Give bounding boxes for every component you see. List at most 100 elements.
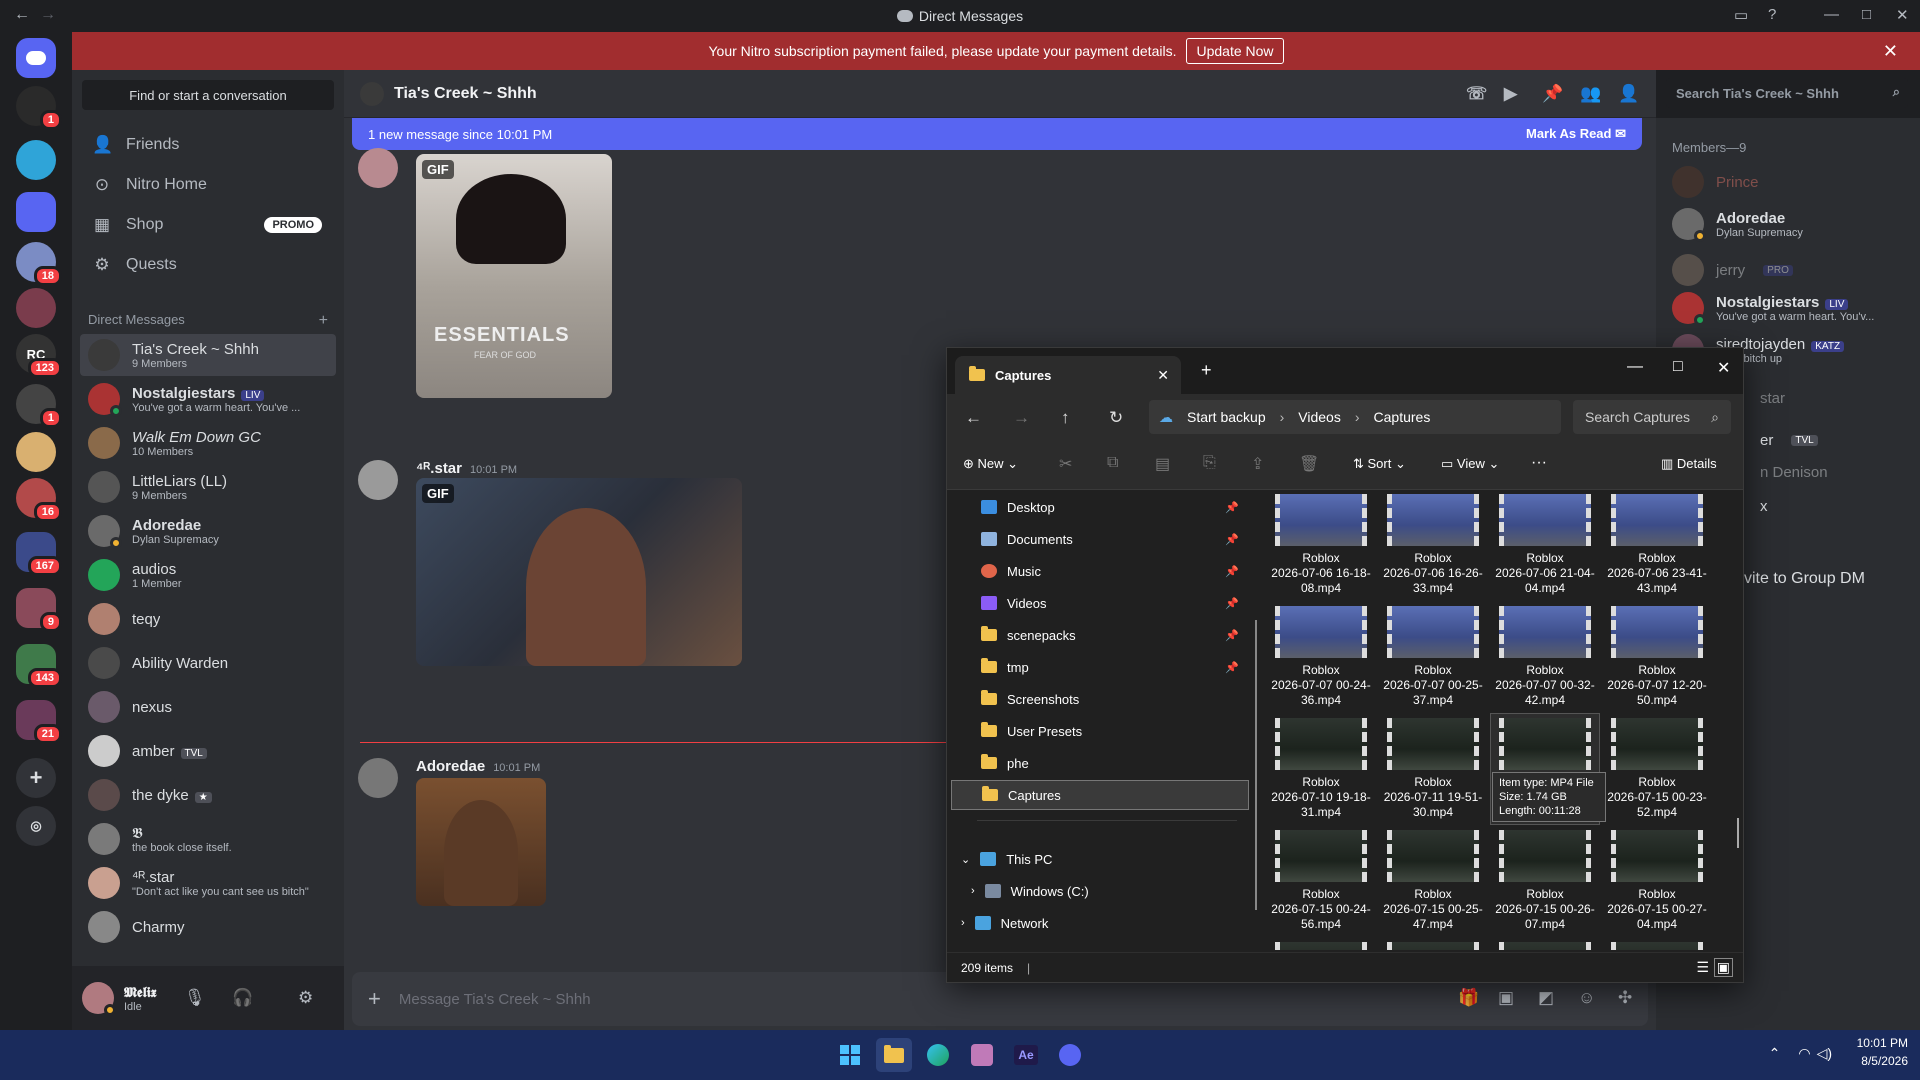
file-item[interactable]: Roblox 2026-07-06 16-26-33.mp4	[1379, 490, 1487, 600]
nav-pane-item-selected[interactable]: Captures	[951, 780, 1249, 810]
message-avatar[interactable]	[358, 460, 398, 500]
emoji-icon[interactable]: ☺	[1578, 988, 1595, 1008]
up-arrow-icon[interactable]: ↑	[1061, 408, 1070, 428]
invite-to-group-dm-button[interactable]: vite to Group DM	[1744, 570, 1865, 588]
nav-quests[interactable]: ⚙ Quests	[80, 246, 336, 284]
file-item[interactable]: Roblox 2026-07-15 00-24-56.mp4	[1267, 826, 1375, 936]
add-friends-icon[interactable]: 👥	[1580, 84, 1601, 104]
gift-icon[interactable]: 🎁	[1458, 988, 1479, 1008]
server-icon[interactable]: 1	[16, 384, 62, 428]
file-item[interactable]: Roblox 2026-07-07 00-32-42.mp4	[1491, 602, 1599, 712]
server-folder-icon[interactable]	[16, 192, 56, 232]
file-grid-scrollbar[interactable]	[1737, 818, 1739, 848]
breadcrumb[interactable]: ☁ Start backup › Videos › Captures	[1149, 400, 1561, 434]
refresh-icon[interactable]: ↻	[1109, 408, 1123, 428]
view-button[interactable]: ▭ View ⌄	[1441, 456, 1499, 472]
details-button[interactable]: ▥ Details	[1661, 456, 1717, 472]
dm-item[interactable]: 𝕭the book close itself.	[80, 818, 336, 860]
member-item[interactable]: jerry PRO	[1672, 254, 1912, 286]
back-arrow-icon[interactable]: ←	[965, 408, 982, 428]
delete-icon[interactable]: 🗑	[1299, 454, 1319, 474]
dm-item[interactable]: teqy	[80, 598, 336, 640]
add-server-icon[interactable]: +	[16, 758, 56, 798]
start-button[interactable]	[832, 1038, 868, 1072]
tiles-view-icon[interactable]: ▣	[1713, 958, 1733, 977]
discover-icon[interactable]: ◎	[16, 806, 56, 846]
find-conversation-button[interactable]: Find or start a conversation	[82, 80, 334, 110]
user-avatar[interactable]	[82, 982, 116, 1016]
server-icon[interactable]: 1	[16, 86, 62, 130]
message-author[interactable]: Adoredae 10:01 PM	[416, 758, 540, 775]
message-avatar[interactable]	[358, 148, 398, 188]
dm-item[interactable]: ⁴ᴿ.star "Don't act like you cant see us b…	[80, 862, 336, 904]
server-icon[interactable]	[16, 432, 56, 472]
nav-pane-item[interactable]: scenepacks 📌	[951, 620, 1249, 650]
breadcrumb-item[interactable]: Captures	[1374, 409, 1431, 425]
breadcrumb-item[interactable]: Videos	[1298, 409, 1341, 425]
discord-home-icon[interactable]	[16, 38, 56, 78]
new-tab-icon[interactable]: +	[1201, 360, 1212, 381]
banner-close-icon[interactable]: ✕	[1883, 41, 1898, 62]
server-icon[interactable]	[16, 288, 56, 328]
file-item[interactable]	[1491, 938, 1599, 950]
explorer-tab[interactable]: Captures ✕	[955, 356, 1181, 394]
server-icon[interactable]	[16, 140, 56, 180]
nav-pane-scrollbar[interactable]	[1255, 620, 1257, 910]
file-item[interactable]: Roblox 2026-07-06 21-04-04.mp4	[1491, 490, 1599, 600]
server-icon[interactable]: RC 123	[16, 334, 62, 378]
apps-icon[interactable]: ✣	[1618, 988, 1632, 1008]
gif-attachment[interactable]: GIF	[416, 478, 742, 666]
nav-nitro-home[interactable]: ⊙ Nitro Home	[80, 166, 336, 204]
nav-friends[interactable]: 👤 Friends	[80, 126, 336, 164]
more-options-icon[interactable]: ···	[1531, 454, 1547, 472]
dm-item[interactable]: LittleLiars (LL) 9 Members	[80, 466, 336, 508]
gif-attachment[interactable]: GIF ESSENTIALS FEAR OF GOD	[416, 154, 612, 398]
server-folder-icon[interactable]: 143	[16, 644, 62, 688]
dm-item[interactable]: Walk Em Down GC 10 Members	[80, 422, 336, 464]
create-dm-icon[interactable]: +	[319, 312, 328, 330]
forward-arrow-icon[interactable]: →	[1013, 408, 1030, 428]
nav-pane-item[interactable]: Documents 📌	[951, 524, 1249, 554]
forward-arrow-icon[interactable]: →	[40, 6, 56, 24]
file-item[interactable]: Roblox 2026-07-07 00-25-37.mp4	[1379, 602, 1487, 712]
nav-pane-drive[interactable]: › Windows (C:)	[951, 876, 1249, 906]
dm-item[interactable]: Adoredae Dylan Supremacy	[80, 510, 336, 552]
details-view-icon[interactable]: ☰	[1696, 959, 1709, 976]
help-icon[interactable]: ?	[1768, 6, 1776, 23]
volume-icon[interactable]: ◁)	[1817, 1045, 1832, 1061]
edge-taskbar-button[interactable]	[920, 1038, 956, 1072]
voice-call-icon[interactable]: ☏	[1466, 84, 1487, 104]
dm-item[interactable]: Tia's Creek ~ Shhh 9 Members	[80, 334, 336, 376]
minimize-icon[interactable]: —	[1627, 358, 1643, 376]
member-list-icon[interactable]: 👤	[1618, 84, 1639, 104]
settings-gear-icon[interactable]: ⚙	[298, 988, 313, 1008]
headphones-icon[interactable]: 🎧	[232, 988, 253, 1008]
member-item[interactable]: er TVL	[1760, 432, 1920, 449]
nav-pane-item[interactable]: Music 📌	[951, 556, 1249, 586]
file-item[interactable]: Roblox 2026-07-11 19-51-30.mp4	[1379, 714, 1487, 824]
file-item[interactable]	[1603, 938, 1711, 950]
add-attachment-icon[interactable]: +	[368, 986, 381, 1012]
file-item[interactable]: Roblox 2026-07-07 12-20-50.mp4	[1603, 602, 1711, 712]
breadcrumb-item[interactable]: Start backup	[1187, 409, 1266, 425]
system-tray[interactable]: ⌃ ◠ ◁)	[1769, 1045, 1832, 1062]
server-folder-icon[interactable]: 21	[16, 700, 62, 744]
discord-taskbar-button[interactable]	[1052, 1038, 1088, 1072]
dm-item[interactable]: the dyke ★	[80, 774, 336, 816]
clock[interactable]: 10:01 PM 8/5/2026	[1857, 1034, 1908, 1070]
file-item[interactable]	[1267, 938, 1375, 950]
file-item[interactable]: Roblox 2026-07-06 16-18-08.mp4	[1267, 490, 1375, 600]
dm-item[interactable]: audios 1 Member	[80, 554, 336, 596]
paste-icon[interactable]: ▤	[1155, 454, 1170, 474]
nav-pane-this-pc[interactable]: ⌄ This PC	[951, 844, 1249, 874]
nav-shop[interactable]: ▦ Shop PROMO	[80, 206, 336, 244]
file-item[interactable]	[1379, 938, 1487, 950]
file-item[interactable]: Roblox 2026-07-15 00-23-52.mp4	[1603, 714, 1711, 824]
sticker-icon[interactable]: ◩	[1538, 988, 1554, 1008]
update-now-button[interactable]: Update Now	[1186, 38, 1284, 64]
file-item[interactable]: Roblox 2026-07-07 00-24-36.mp4	[1267, 602, 1375, 712]
file-item[interactable]: Roblox 2026-07-15 00-26-07.mp4	[1491, 826, 1599, 936]
chat-search-input[interactable]: Search Tia's Creek ~ Shhh ⌕	[1666, 78, 1908, 108]
member-item[interactable]: Nostalgiestars LIV You've got a warm heart…	[1672, 292, 1912, 326]
file-item[interactable]: Roblox 2026-07-15 00-27-04.mp4	[1603, 826, 1711, 936]
